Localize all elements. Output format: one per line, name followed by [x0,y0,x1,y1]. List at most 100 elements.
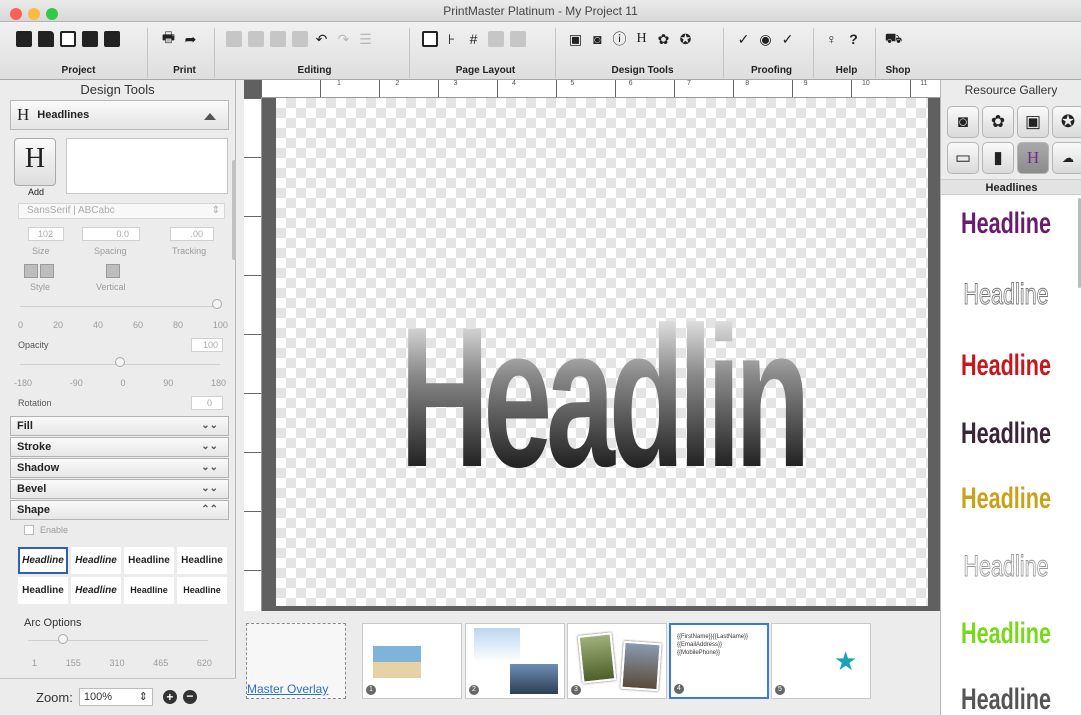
add-headline-button[interactable]: H [14,138,56,186]
align-icon[interactable]: ☰ [356,28,375,50]
shape-option[interactable]: Headline [177,577,227,604]
pages-icon[interactable]: ▭ [947,142,979,174]
text-block-icon[interactable]: ⊦ [442,28,461,50]
size-field[interactable]: 102 [28,227,64,241]
shape-star-icon[interactable]: ✪ [1052,106,1081,138]
book-icon[interactable]: ▮ [982,142,1014,174]
rotation-field[interactable]: 0 [191,396,223,410]
panel-scrollbar[interactable] [232,160,236,260]
open-folder-icon[interactable] [36,28,55,50]
new-project-icon[interactable] [14,28,33,50]
zoom-in-icon[interactable]: + [162,690,177,704]
shape-option[interactable]: Headline [71,577,121,604]
page-thumb[interactable]: 1 [362,623,462,699]
master-overlay-link[interactable]: Master Overlay [247,682,328,696]
add-page-icon[interactable] [102,28,121,50]
proof-icon[interactable]: ✓ [778,28,797,50]
fill-section-header[interactable]: Fill ⌄⌄ [10,416,229,436]
headline-sample[interactable]: Headline [959,207,1053,241]
image-icon[interactable]: ▣ [1017,106,1049,138]
grid-icon[interactable]: # [464,28,483,50]
design-canvas[interactable]: Headline [276,98,928,606]
print-icon[interactable]: 🖶 [159,28,178,50]
spacing-field[interactable]: 0.0 [82,227,140,241]
italic-style-button[interactable] [40,264,54,278]
close-window-button[interactable] [10,8,22,20]
vertical-ruler[interactable] [244,98,262,611]
shape-option[interactable]: Headline [71,547,121,574]
camera-icon[interactable]: ◙ [947,106,979,138]
headline-icon[interactable]: H [1017,142,1049,174]
font-select[interactable]: SansSerif | ABCabc ⇕ [18,203,225,219]
toolbar-group-shop: ⛟ Shop [880,28,916,78]
image-icon[interactable]: ▣ [566,28,585,50]
headline-sample[interactable]: Headline [959,550,1053,584]
flower-icon[interactable]: ✿ [982,106,1014,138]
stroke-section-header[interactable]: Stroke ⌄⌄ [10,437,229,457]
master-overlay-thumb[interactable]: Master Overlay [246,623,346,699]
enable-checkbox[interactable] [24,525,34,535]
canvas-headline[interactable]: Headline [400,288,873,508]
shape-option[interactable]: Headline [177,547,227,574]
minimize-window-button[interactable] [28,8,40,20]
shopping-cart-icon[interactable]: ⛟ [884,28,903,50]
headlines-section-header[interactable]: H Headlines [10,100,229,130]
headline-sample[interactable]: Headline [959,349,1053,383]
shadow-section-header[interactable]: Shadow ⌄⌄ [10,458,229,478]
copy-icon[interactable] [246,28,265,50]
paste-icon[interactable] [268,28,287,50]
duplicate-icon[interactable] [290,28,309,50]
headline-text-input[interactable] [66,138,228,194]
tracking-field[interactable]: .00 [170,227,214,241]
shape-option[interactable]: Headline [124,547,174,574]
page-thumbnails-strip: Master Overlay 1 2 3 {{FirstName}}{{Last… [244,618,940,704]
bold-style-button[interactable] [24,264,38,278]
tip-lightbulb-icon[interactable]: ♀ [822,28,841,50]
shape-option[interactable]: Headline [18,547,68,574]
zoom-stepper-icon: ⇕ [138,691,148,703]
zoom-window-button[interactable] [46,8,58,20]
zoom-select[interactable]: 100% ⇕ [78,688,153,706]
collapse-triangle-icon[interactable] [204,113,216,120]
pages-icon[interactable] [420,28,439,50]
info-icon[interactable]: ⓘ [610,28,629,50]
opacity-slider-thumb[interactable] [212,299,222,309]
save-icon[interactable] [58,28,77,50]
arrange-icon[interactable] [486,28,505,50]
layers-icon[interactable] [508,28,527,50]
help-question-icon[interactable]: ? [844,28,863,50]
undo-icon[interactable]: ↶ [312,28,331,50]
size-label: Size [32,246,50,256]
vertical-text-button[interactable] [106,264,120,278]
shape-option[interactable]: Headline [124,577,174,604]
page-thumb[interactable]: 3 [567,623,667,699]
rotation-slider-thumb[interactable] [115,357,125,367]
bevel-section-header[interactable]: Bevel ⌄⌄ [10,479,229,499]
shape-section-header[interactable]: Shape ⌃⌃ [10,500,229,520]
page-thumb[interactable]: ★ 5 [771,623,871,699]
headline-sample[interactable]: Headline [959,417,1053,451]
shape-option[interactable]: Headline [18,577,68,604]
page-thumb-selected[interactable]: {{FirstName}}{{LastName}} {{EmailAddress… [669,623,769,699]
share-icon[interactable]: ➦ [181,28,200,50]
headline-icon[interactable]: H [632,28,651,50]
zoom-out-icon[interactable]: − [182,690,197,704]
headline-sample[interactable]: Headline [959,683,1053,715]
spellcheck-icon[interactable]: ✓ [734,28,753,50]
flower-icon[interactable]: ✿ [654,28,673,50]
horizontal-ruler[interactable]: 1 2 3 4 5 6 7 8 9 10 11 [261,80,940,98]
save-as-icon[interactable] [80,28,99,50]
headline-sample[interactable]: Headline [959,278,1053,312]
camera-icon[interactable]: ◙ [588,28,607,50]
headline-sample[interactable]: Headline [959,482,1053,516]
arc-slider[interactable] [28,634,208,652]
redo-icon[interactable]: ↷ [334,28,353,50]
headline-sample[interactable]: Headline [959,617,1053,651]
cut-icon[interactable] [224,28,243,50]
opacity-field[interactable]: 100 [191,338,223,352]
page-thumb[interactable]: 2 [465,623,565,699]
preview-icon[interactable]: ◉ [756,28,775,50]
web-cloud-icon[interactable]: ☁ [1052,142,1081,174]
arc-slider-thumb[interactable] [58,634,68,644]
shape-star-icon[interactable]: ✪ [676,28,695,50]
